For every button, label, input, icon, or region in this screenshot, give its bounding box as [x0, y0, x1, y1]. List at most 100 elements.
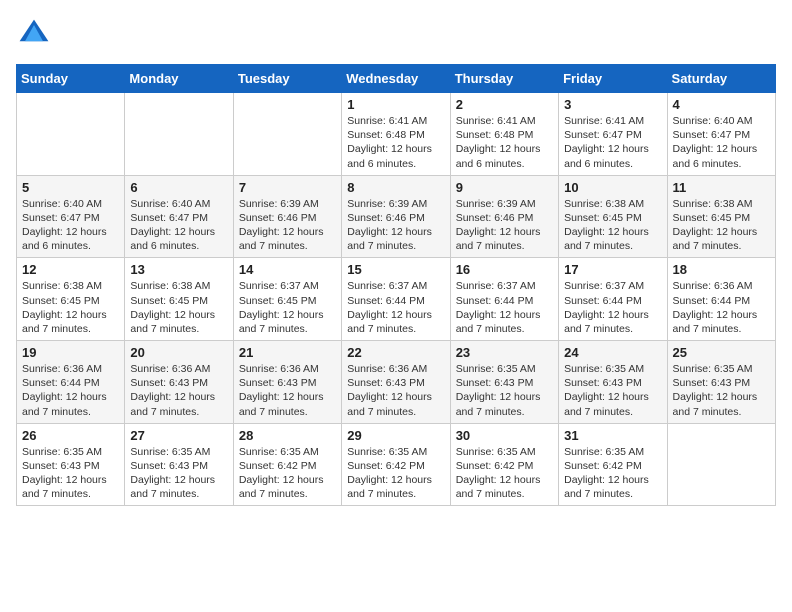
day-info: Sunrise: 6:35 AM Sunset: 6:43 PM Dayligh… — [456, 362, 553, 419]
calendar-cell: 12 Sunrise: 6:38 AM Sunset: 6:45 PM Dayli… — [17, 258, 125, 341]
calendar-cell: 13 Sunrise: 6:38 AM Sunset: 6:45 PM Dayli… — [125, 258, 233, 341]
calendar-cell: 2 Sunrise: 6:41 AM Sunset: 6:48 PM Daylig… — [450, 93, 558, 176]
day-number: 23 — [456, 345, 553, 360]
calendar-header-friday: Friday — [559, 65, 667, 93]
calendar-cell — [17, 93, 125, 176]
calendar-week-row: 26 Sunrise: 6:35 AM Sunset: 6:43 PM Dayli… — [17, 423, 776, 506]
day-info: Sunrise: 6:35 AM Sunset: 6:43 PM Dayligh… — [130, 445, 227, 502]
calendar-cell: 4 Sunrise: 6:40 AM Sunset: 6:47 PM Daylig… — [667, 93, 775, 176]
calendar-header-tuesday: Tuesday — [233, 65, 341, 93]
day-info: Sunrise: 6:37 AM Sunset: 6:44 PM Dayligh… — [347, 279, 444, 336]
day-number: 12 — [22, 262, 119, 277]
calendar-header-monday: Monday — [125, 65, 233, 93]
day-number: 13 — [130, 262, 227, 277]
day-number: 30 — [456, 428, 553, 443]
calendar-cell: 19 Sunrise: 6:36 AM Sunset: 6:44 PM Dayli… — [17, 341, 125, 424]
calendar-cell: 9 Sunrise: 6:39 AM Sunset: 6:46 PM Daylig… — [450, 175, 558, 258]
day-number: 26 — [22, 428, 119, 443]
calendar-cell: 23 Sunrise: 6:35 AM Sunset: 6:43 PM Dayli… — [450, 341, 558, 424]
day-info: Sunrise: 6:35 AM Sunset: 6:42 PM Dayligh… — [239, 445, 336, 502]
day-info: Sunrise: 6:40 AM Sunset: 6:47 PM Dayligh… — [673, 114, 770, 171]
day-info: Sunrise: 6:38 AM Sunset: 6:45 PM Dayligh… — [130, 279, 227, 336]
day-number: 1 — [347, 97, 444, 112]
day-number: 11 — [673, 180, 770, 195]
calendar-header-thursday: Thursday — [450, 65, 558, 93]
calendar-cell: 25Sunrise: 6:35 AM Sunset: 6:43 PM Dayli… — [667, 341, 775, 424]
calendar-header-row: SundayMondayTuesdayWednesdayThursdayFrid… — [17, 65, 776, 93]
calendar-week-row: 19 Sunrise: 6:36 AM Sunset: 6:44 PM Dayli… — [17, 341, 776, 424]
day-number: 4 — [673, 97, 770, 112]
day-number: 16 — [456, 262, 553, 277]
page-header — [16, 16, 776, 52]
calendar-cell: 27 Sunrise: 6:35 AM Sunset: 6:43 PM Dayli… — [125, 423, 233, 506]
day-info: Sunrise: 6:35 AM Sunset: 6:43 PM Dayligh… — [564, 362, 661, 419]
day-info: Sunrise: 6:36 AM Sunset: 6:43 PM Dayligh… — [347, 362, 444, 419]
calendar-cell — [233, 93, 341, 176]
day-info: Sunrise: 6:36 AM Sunset: 6:43 PM Dayligh… — [239, 362, 336, 419]
calendar-cell — [667, 423, 775, 506]
day-number: 3 — [564, 97, 661, 112]
day-info: Sunrise: 6:35 AM Sunset: 6:43 PM Dayligh… — [22, 445, 119, 502]
day-info: Sunrise: 6:41 AM Sunset: 6:48 PM Dayligh… — [347, 114, 444, 171]
day-number: 27 — [130, 428, 227, 443]
calendar-header-wednesday: Wednesday — [342, 65, 450, 93]
calendar-cell: 24 Sunrise: 6:35 AM Sunset: 6:43 PM Dayli… — [559, 341, 667, 424]
calendar-cell: 16 Sunrise: 6:37 AM Sunset: 6:44 PM Dayli… — [450, 258, 558, 341]
day-info: Sunrise: 6:41 AM Sunset: 6:48 PM Dayligh… — [456, 114, 553, 171]
day-info: Sunrise: 6:37 AM Sunset: 6:45 PM Dayligh… — [239, 279, 336, 336]
calendar-cell: 22 Sunrise: 6:36 AM Sunset: 6:43 PM Dayli… — [342, 341, 450, 424]
day-info: Sunrise: 6:36 AM Sunset: 6:44 PM Dayligh… — [673, 279, 770, 336]
calendar-week-row: 1 Sunrise: 6:41 AM Sunset: 6:48 PM Daylig… — [17, 93, 776, 176]
calendar-cell: 1 Sunrise: 6:41 AM Sunset: 6:48 PM Daylig… — [342, 93, 450, 176]
day-number: 29 — [347, 428, 444, 443]
calendar-cell: 10 Sunrise: 6:38 AM Sunset: 6:45 PM Dayli… — [559, 175, 667, 258]
logo — [16, 16, 58, 52]
day-info: Sunrise: 6:35 AM Sunset: 6:43 PM Dayligh… — [673, 362, 770, 419]
calendar-header-saturday: Saturday — [667, 65, 775, 93]
calendar-table: SundayMondayTuesdayWednesdayThursdayFrid… — [16, 64, 776, 506]
calendar-cell: 18 Sunrise: 6:36 AM Sunset: 6:44 PM Dayli… — [667, 258, 775, 341]
calendar-week-row: 12 Sunrise: 6:38 AM Sunset: 6:45 PM Dayli… — [17, 258, 776, 341]
calendar-cell: 5 Sunrise: 6:40 AM Sunset: 6:47 PM Daylig… — [17, 175, 125, 258]
calendar-week-row: 5 Sunrise: 6:40 AM Sunset: 6:47 PM Daylig… — [17, 175, 776, 258]
day-info: Sunrise: 6:38 AM Sunset: 6:45 PM Dayligh… — [22, 279, 119, 336]
day-number: 5 — [22, 180, 119, 195]
calendar-cell: 30 Sunrise: 6:35 AM Sunset: 6:42 PM Dayli… — [450, 423, 558, 506]
calendar-cell: 17 Sunrise: 6:37 AM Sunset: 6:44 PM Dayli… — [559, 258, 667, 341]
day-number: 15 — [347, 262, 444, 277]
calendar-cell: 31Sunrise: 6:35 AM Sunset: 6:42 PM Dayli… — [559, 423, 667, 506]
day-number: 22 — [347, 345, 444, 360]
day-number: 24 — [564, 345, 661, 360]
day-info: Sunrise: 6:37 AM Sunset: 6:44 PM Dayligh… — [456, 279, 553, 336]
day-info: Sunrise: 6:37 AM Sunset: 6:44 PM Dayligh… — [564, 279, 661, 336]
day-info: Sunrise: 6:39 AM Sunset: 6:46 PM Dayligh… — [347, 197, 444, 254]
day-number: 6 — [130, 180, 227, 195]
calendar-cell: 20Sunrise: 6:36 AM Sunset: 6:43 PM Dayli… — [125, 341, 233, 424]
calendar-header-sunday: Sunday — [17, 65, 125, 93]
day-number: 18 — [673, 262, 770, 277]
day-info: Sunrise: 6:39 AM Sunset: 6:46 PM Dayligh… — [456, 197, 553, 254]
day-info: Sunrise: 6:35 AM Sunset: 6:42 PM Dayligh… — [456, 445, 553, 502]
day-info: Sunrise: 6:40 AM Sunset: 6:47 PM Dayligh… — [130, 197, 227, 254]
day-info: Sunrise: 6:36 AM Sunset: 6:43 PM Dayligh… — [130, 362, 227, 419]
day-number: 8 — [347, 180, 444, 195]
day-number: 9 — [456, 180, 553, 195]
calendar-cell: 21Sunrise: 6:36 AM Sunset: 6:43 PM Dayli… — [233, 341, 341, 424]
day-info: Sunrise: 6:38 AM Sunset: 6:45 PM Dayligh… — [564, 197, 661, 254]
day-number: 2 — [456, 97, 553, 112]
calendar-cell: 6 Sunrise: 6:40 AM Sunset: 6:47 PM Daylig… — [125, 175, 233, 258]
calendar-cell: 14Sunrise: 6:37 AM Sunset: 6:45 PM Dayli… — [233, 258, 341, 341]
day-number: 10 — [564, 180, 661, 195]
calendar-cell: 8 Sunrise: 6:39 AM Sunset: 6:46 PM Daylig… — [342, 175, 450, 258]
calendar-cell: 15 Sunrise: 6:37 AM Sunset: 6:44 PM Dayli… — [342, 258, 450, 341]
day-number: 17 — [564, 262, 661, 277]
day-info: Sunrise: 6:40 AM Sunset: 6:47 PM Dayligh… — [22, 197, 119, 254]
day-number: 28 — [239, 428, 336, 443]
day-info: Sunrise: 6:35 AM Sunset: 6:42 PM Dayligh… — [564, 445, 661, 502]
day-number: 19 — [22, 345, 119, 360]
day-info: Sunrise: 6:35 AM Sunset: 6:42 PM Dayligh… — [347, 445, 444, 502]
day-info: Sunrise: 6:41 AM Sunset: 6:47 PM Dayligh… — [564, 114, 661, 171]
day-info: Sunrise: 6:36 AM Sunset: 6:44 PM Dayligh… — [22, 362, 119, 419]
calendar-cell: 7Sunrise: 6:39 AM Sunset: 6:46 PM Daylig… — [233, 175, 341, 258]
day-info: Sunrise: 6:38 AM Sunset: 6:45 PM Dayligh… — [673, 197, 770, 254]
